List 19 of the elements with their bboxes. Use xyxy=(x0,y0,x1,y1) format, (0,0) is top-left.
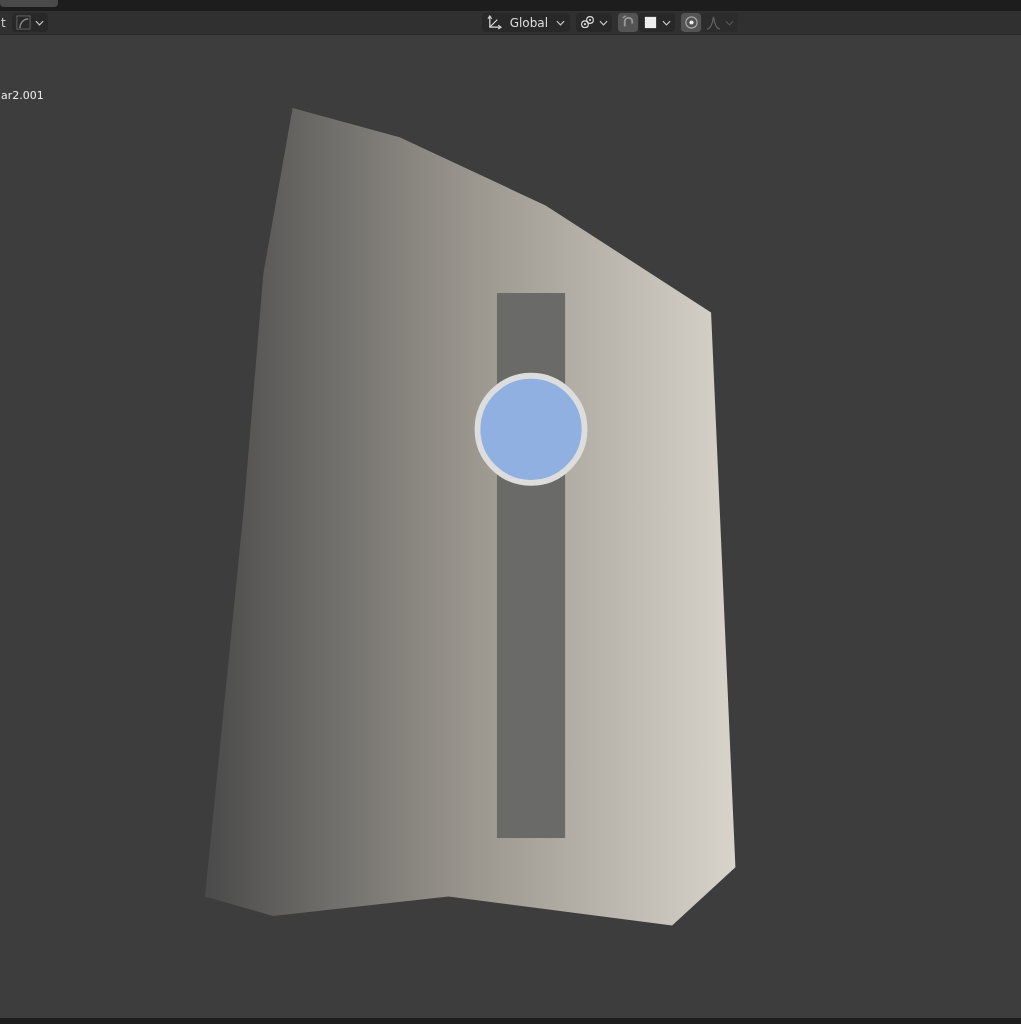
object-name-label: ar2.001 xyxy=(1,89,45,102)
caret-icon xyxy=(556,19,565,26)
linked-circles-icon xyxy=(580,15,595,30)
pivot-dropdown[interactable] xyxy=(576,13,612,32)
proportional-editing-toggle[interactable] xyxy=(681,13,701,32)
snap-target-dropdown[interactable] xyxy=(639,13,675,32)
caret-icon xyxy=(725,19,734,26)
shading-dropdown[interactable] xyxy=(11,13,48,32)
transform-orientation-dropdown[interactable]: Global xyxy=(481,13,570,32)
axes-icon xyxy=(486,15,502,30)
target-circle-icon xyxy=(683,15,699,30)
bell-curve-icon xyxy=(706,15,721,30)
caret-icon xyxy=(599,19,608,26)
caret-icon xyxy=(34,19,44,26)
header-label: t xyxy=(1,15,6,30)
snap-toggle[interactable] xyxy=(618,13,638,32)
curve-icon xyxy=(15,15,31,30)
caret-icon xyxy=(662,19,671,26)
square-icon xyxy=(643,15,658,30)
